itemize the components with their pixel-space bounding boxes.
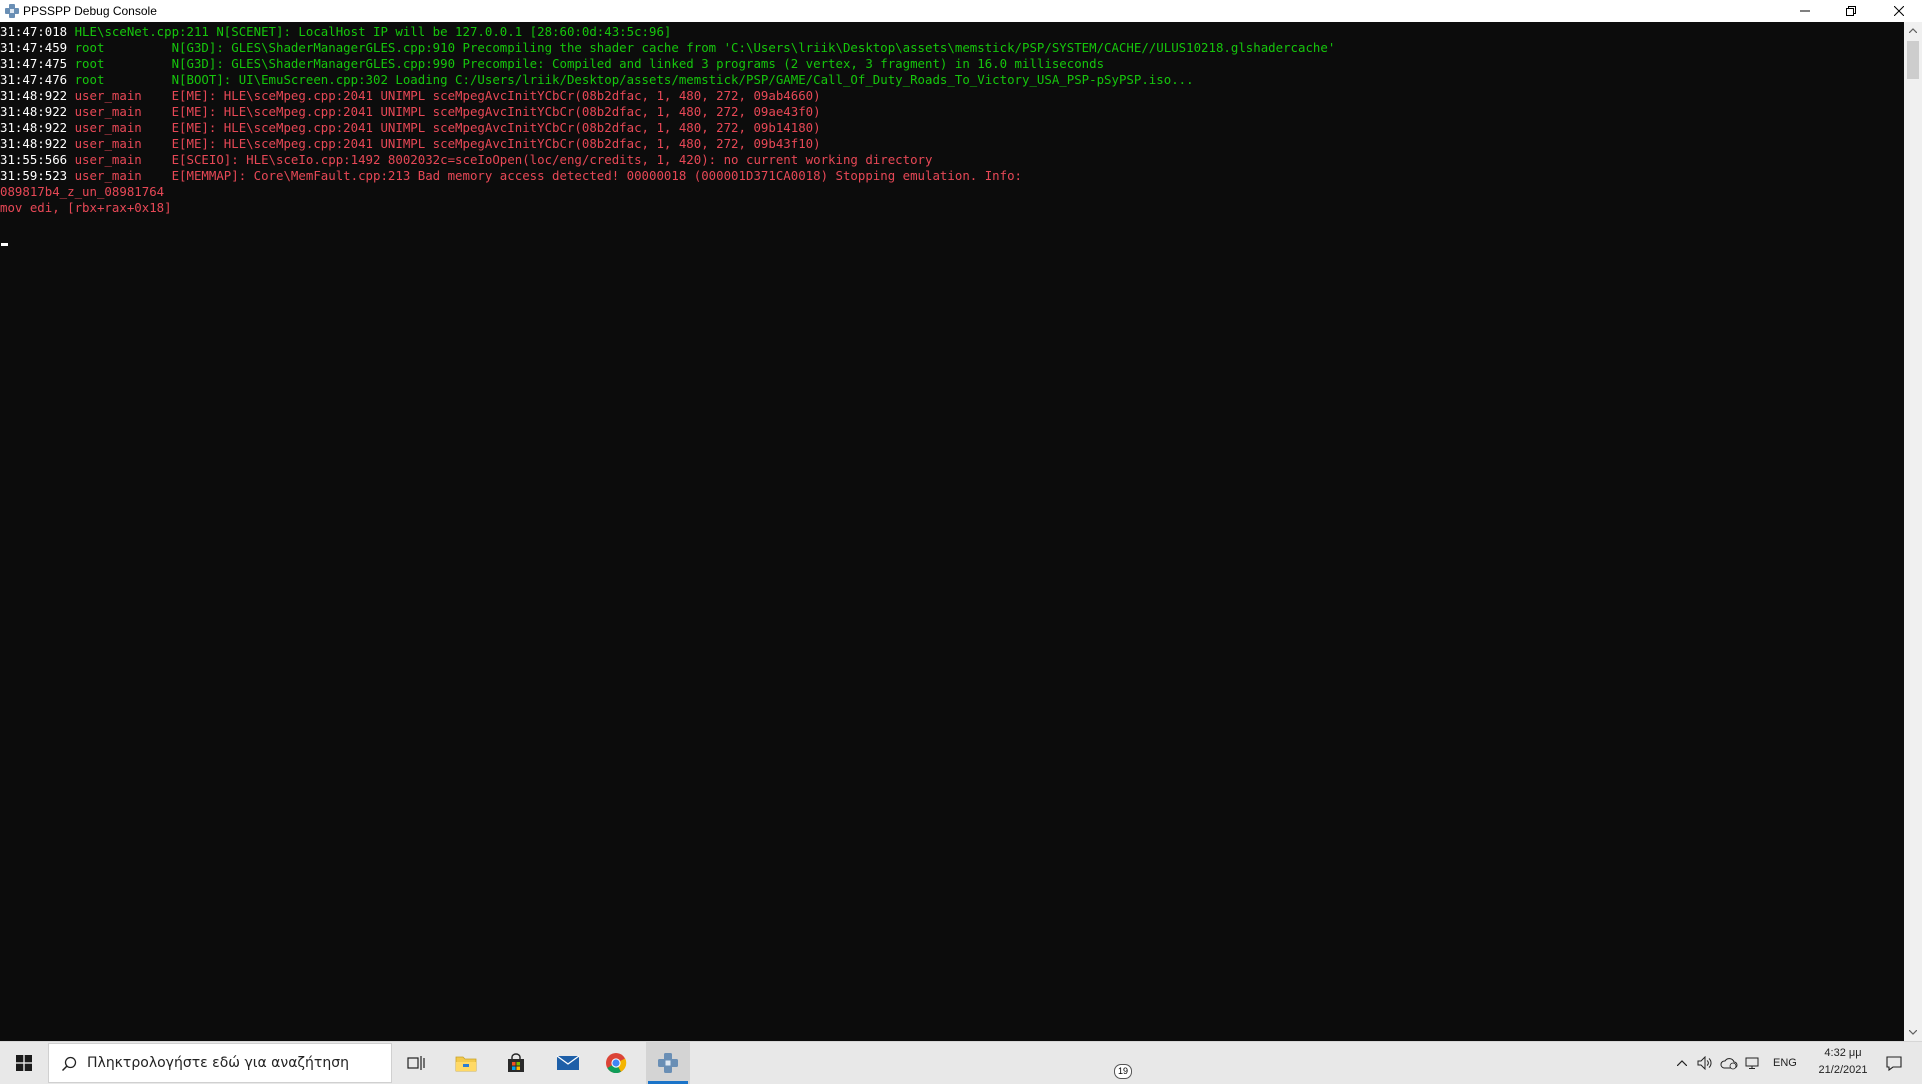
log-line: 31:48:922 user_main E[ME]: HLE\sceMpeg.c… [0, 120, 821, 136]
cloud-icon [1720, 1058, 1738, 1070]
log-timestamp: 31:59:523 [0, 168, 68, 183]
vertical-scrollbar[interactable] [1904, 22, 1922, 1041]
volume-button[interactable] [1694, 1042, 1716, 1084]
log-message: root N[G3D]: GLES\ShaderManagerGLES.cpp:… [67, 40, 1336, 55]
log-line: 31:47:459 root N[G3D]: GLES\ShaderManage… [0, 40, 1335, 56]
log-message: user_main E[ME]: HLE\sceMpeg.cpp:2041 UN… [67, 104, 821, 119]
log-message: 089817b4_z_un_08981764 [0, 184, 165, 199]
volume-icon [1697, 1056, 1712, 1070]
store-button[interactable] [496, 1042, 536, 1084]
task-view-icon [407, 1056, 425, 1070]
start-button[interactable] [0, 1042, 48, 1084]
file-explorer-icon [455, 1056, 477, 1072]
log-timestamp: 31:47:476 [0, 72, 68, 87]
task-view-button[interactable] [396, 1042, 436, 1084]
notification-icon [1886, 1055, 1902, 1071]
log-line: mov edi, [rbx+rax+0x18] [0, 200, 172, 216]
log-message: root N[BOOT]: UI\EmuScreen.cpp:302 Loadi… [67, 72, 1194, 87]
window-title: PPSSPP Debug Console [23, 4, 157, 18]
ppsspp-taskbar-button[interactable] [646, 1042, 690, 1084]
mail-button[interactable]: 19 [546, 1042, 1132, 1084]
log-timestamp: 31:48:922 [0, 88, 68, 103]
window-title-bar[interactable]: PPSSPP Debug Console [0, 0, 1922, 22]
chevron-down-icon [1909, 1030, 1917, 1035]
log-message: root N[G3D]: GLES\ShaderManagerGLES.cpp:… [67, 56, 1105, 71]
chevron-up-icon [1909, 28, 1917, 33]
taskbar-search-box[interactable]: Πληκτρολογήστε εδώ για αναζήτηση [48, 1043, 392, 1083]
store-icon [508, 1053, 524, 1072]
text-cursor [1, 243, 8, 246]
ppsspp-icon [658, 1053, 678, 1073]
mail-icon [556, 1055, 580, 1070]
chevron-up-icon [1677, 1060, 1687, 1066]
close-icon [1894, 6, 1904, 16]
ppsspp-app-icon [5, 4, 19, 18]
windows-start-icon [16, 1055, 32, 1071]
log-timestamp: 31:48:922 [0, 120, 68, 135]
log-message: user_main E[ME]: HLE\sceMpeg.cpp:2041 UN… [67, 88, 821, 103]
log-line: 31:48:922 user_main E[ME]: HLE\sceMpeg.c… [0, 136, 821, 152]
log-timestamp: 31:47:018 [0, 24, 68, 39]
log-timestamp: 31:48:922 [0, 136, 68, 151]
action-center-button[interactable] [1874, 1042, 1914, 1084]
log-line: 31:55:566 user_main E[SCEIO]: HLE\sceIo.… [0, 152, 932, 168]
clock-date[interactable]: 21/2/2021 [1810, 1064, 1876, 1076]
log-message: user_main E[MEMMAP]: Core\MemFault.cpp:2… [67, 168, 1022, 183]
log-line: 31:47:476 root N[BOOT]: UI\EmuScreen.cpp… [0, 72, 1194, 88]
search-icon [61, 1056, 77, 1072]
restore-icon [1846, 6, 1856, 16]
log-line: 31:48:922 user_main E[ME]: HLE\sceMpeg.c… [0, 88, 821, 104]
log-message: user_main E[ME]: HLE\sceMpeg.cpp:2041 UN… [67, 120, 821, 135]
network-icon [1745, 1057, 1759, 1069]
onedrive-button[interactable] [1718, 1042, 1740, 1084]
log-message: mov edi, [rbx+rax+0x18] [0, 200, 172, 215]
chrome-button[interactable] [596, 1042, 636, 1084]
chrome-icon [606, 1053, 627, 1074]
taskbar: Πληκτρολογήστε εδώ για αναζήτηση 19 ENG … [0, 1041, 1922, 1084]
scroll-up-button[interactable] [1904, 22, 1922, 39]
file-explorer-button[interactable] [446, 1042, 486, 1084]
scroll-down-button[interactable] [1904, 1024, 1922, 1041]
console-output[interactable]: 31:47:018 HLE\sceNet.cpp:211 N[SCENET]: … [0, 22, 1904, 1041]
log-timestamp: 31:47:475 [0, 56, 68, 71]
input-language[interactable]: ENG [1773, 1057, 1797, 1069]
log-timestamp: 31:55:566 [0, 152, 68, 167]
clock-time[interactable]: 4:32 μμ [1816, 1047, 1870, 1059]
log-timestamp: 31:47:459 [0, 40, 68, 55]
log-line: 31:48:922 user_main E[ME]: HLE\sceMpeg.c… [0, 104, 821, 120]
restore-button[interactable] [1828, 0, 1874, 22]
log-message: user_main E[ME]: HLE\sceMpeg.cpp:2041 UN… [67, 136, 821, 151]
log-line: 31:59:523 user_main E[MEMMAP]: Core\MemF… [0, 168, 1022, 184]
log-line: 31:47:475 root N[G3D]: GLES\ShaderManage… [0, 56, 1104, 72]
log-line: 31:47:018 HLE\sceNet.cpp:211 N[SCENET]: … [0, 24, 671, 40]
close-button[interactable] [1876, 0, 1922, 22]
log-message: HLE\sceNet.cpp:211 N[SCENET]: LocalHost … [67, 24, 672, 39]
network-button[interactable] [1742, 1042, 1764, 1084]
log-timestamp: 31:48:922 [0, 104, 68, 119]
scroll-thumb[interactable] [1907, 41, 1919, 79]
search-placeholder: Πληκτρολογήστε εδώ για αναζήτηση [87, 1055, 349, 1071]
log-line: 089817b4_z_un_08981764 [0, 184, 164, 200]
minimize-icon [1800, 10, 1810, 12]
show-hidden-icons-button[interactable] [1672, 1042, 1692, 1084]
minimize-button[interactable] [1782, 0, 1828, 22]
mail-badge: 19 [1114, 1064, 1132, 1079]
log-message: user_main E[SCEIO]: HLE\sceIo.cpp:1492 8… [67, 152, 933, 167]
